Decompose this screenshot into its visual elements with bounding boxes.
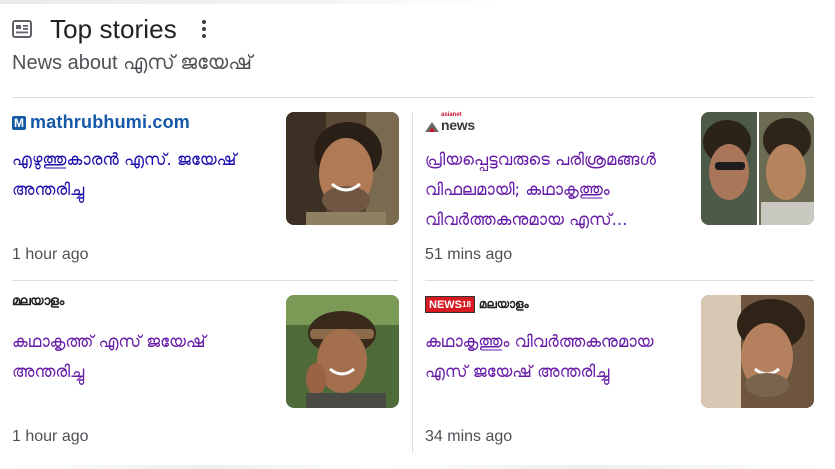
more-options-icon[interactable] [199,18,209,40]
source-mathrubhumi: M mathrubhumi.com [12,112,190,133]
divider [12,280,398,281]
story-time: 1 hour ago [12,246,89,263]
source-asianet: asianet news [425,112,475,132]
story-time: 34 mins ago [425,428,513,445]
story-thumbnail[interactable] [701,112,814,225]
source-name: മലയാളം [12,294,64,309]
top-edge [0,0,835,4]
source-malayalam: മലയാളം [12,294,64,309]
source-name: മലയാളം [478,297,529,311]
story-time: 51 mins ago [425,246,513,263]
source-badge-text: NEWS [429,299,462,311]
story-time: 1 hour ago [12,428,89,445]
top-stories-header: Top stories [12,14,209,44]
story-thumbnail[interactable] [286,112,399,225]
story-thumbnail[interactable] [286,295,399,408]
bottom-edge [0,465,835,469]
section-title: Top stories [50,13,177,44]
story-headline[interactable]: കഥാകൃത്തും വിവർത്തകനുമായ എസ് ജയേഷ് അന്തര… [425,327,687,387]
newspaper-icon [12,20,32,38]
news-card[interactable]: NEWS18 മലയാളം കഥാകൃത്തും വിവർത്തകനുമായ എ… [425,291,815,451]
portrait-photo-icon [286,295,399,408]
asianet-logo-icon [425,122,439,132]
source-news18-malayalam: NEWS18 മലയാളം [425,296,529,313]
column-divider [412,113,413,453]
story-headline[interactable]: എഴുത്തുകാരൻ എസ്. ജയേഷ് അന്തരിച്ചു [12,145,274,205]
portrait-photo-icon [701,112,814,225]
divider [12,97,814,98]
source-name: mathrubhumi.com [30,112,191,132]
news-card[interactable]: M mathrubhumi.com എഴുത്തുകാരൻ എസ്. ജയേഷ്… [12,108,400,268]
portrait-photo-icon [286,112,399,225]
news18-logo-icon: NEWS18 [425,296,475,313]
story-thumbnail[interactable] [701,295,814,408]
source-name: news [441,117,475,133]
source-badge-sup: 18 [462,300,471,309]
mathrubhumi-logo-icon: M [12,115,26,130]
section-subtitle: News about എസ് ജയേഷ് [12,52,252,74]
news-card[interactable]: മലയാളം കഥാകൃത്ത് എസ് ജയേഷ് അന്തരിച്ചു 1 … [12,291,400,451]
story-headline[interactable]: കഥാകൃത്ത് എസ് ജയേഷ് അന്തരിച്ചു [12,327,274,387]
story-headline[interactable]: പ്രിയപ്പെട്ടവരുടെ പരിശ്രമങ്ങൾ വിഫലമായി; … [425,145,687,235]
portrait-photo-icon [701,295,814,408]
divider [425,280,814,281]
news-card[interactable]: asianet news പ്രിയപ്പെട്ടവരുടെ പരിശ്രമങ്… [425,108,815,268]
